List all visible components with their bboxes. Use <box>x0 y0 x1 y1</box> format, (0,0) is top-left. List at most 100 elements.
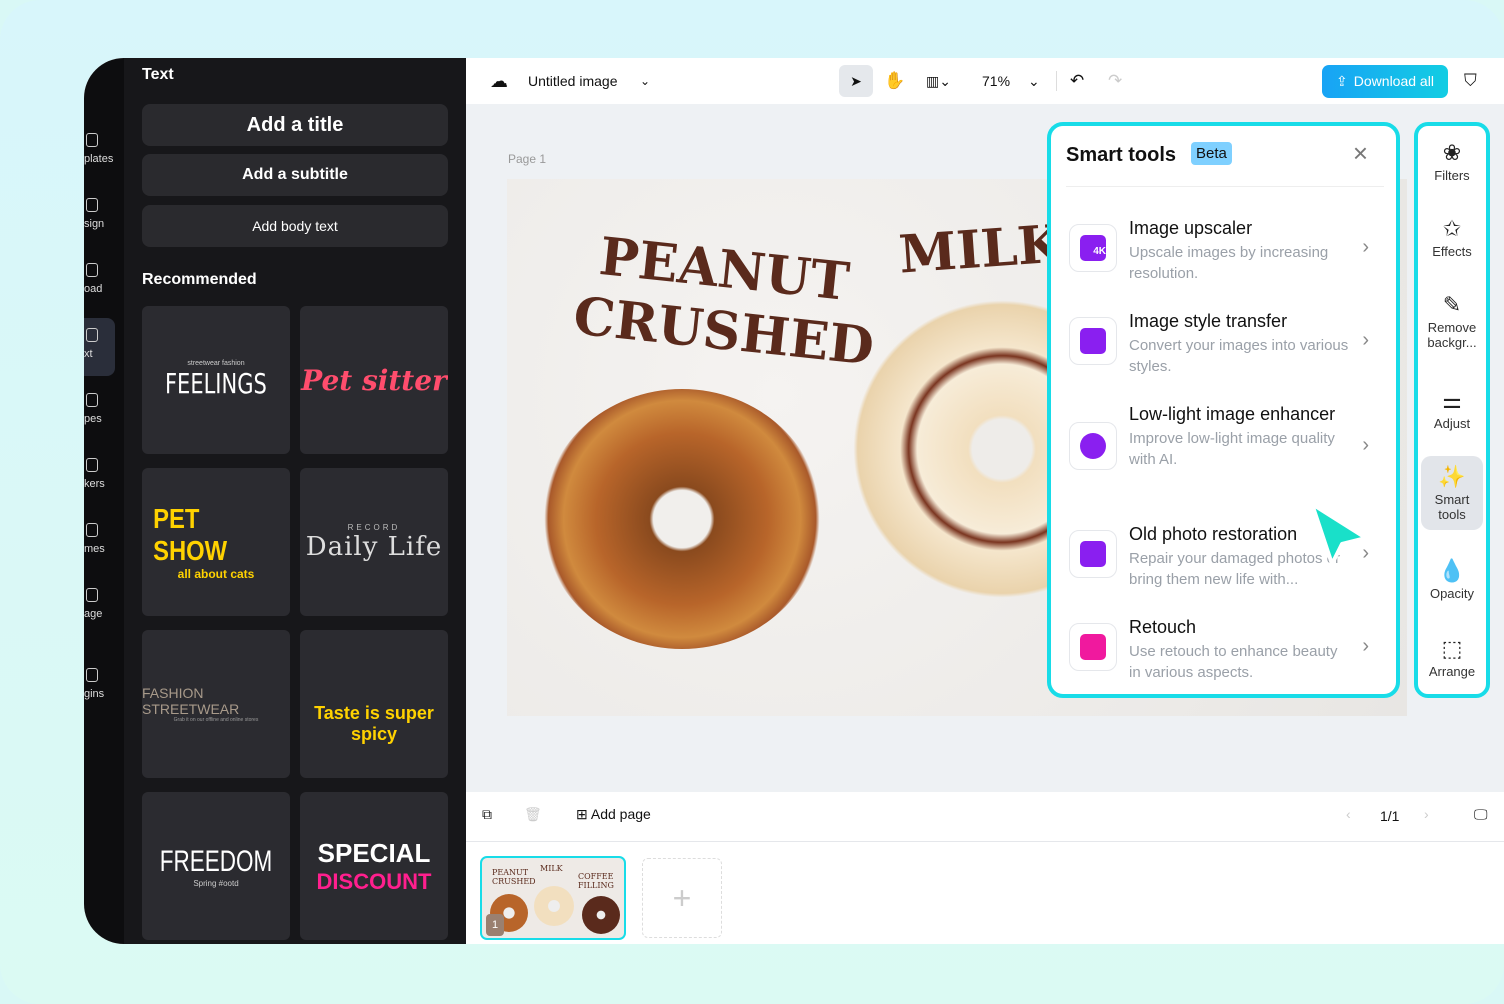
page-thumbnail-1[interactable]: PEANUT CRUSHED MILK COFFEE FILLING 1 <box>480 856 626 940</box>
image-icon <box>86 588 98 602</box>
template-freedom[interactable]: FREEDOM Spring #ootd <box>142 792 290 940</box>
smart-tools-button[interactable]: ✨ Smart tools <box>1421 456 1483 530</box>
rail-label: gins <box>84 688 105 700</box>
chevron-right-icon: › <box>1362 236 1369 258</box>
add-page-icon: ⊞ <box>576 806 591 822</box>
download-all-button[interactable]: ⇪ Download all <box>1322 64 1448 98</box>
rail-item-upload[interactable]: oad <box>84 263 124 295</box>
rail-label: xt <box>84 348 93 360</box>
tool-label: Opacity <box>1429 586 1475 601</box>
tool-low-light-enhancer[interactable]: Low-light image enhancer Improve low-ligh… <box>1069 400 1379 510</box>
tool-style-transfer[interactable]: Image style transfer Convert your images … <box>1069 307 1379 395</box>
arrange-button[interactable]: ⬚ Arrange <box>1421 636 1483 679</box>
document-title[interactable]: Untitled image <box>528 73 618 89</box>
presentation-icon[interactable]: 🖵 <box>1474 806 1488 823</box>
adjust-button[interactable]: ⚌ Adjust <box>1421 388 1483 431</box>
upscaler-icon: 4K <box>1069 224 1117 272</box>
template-small-text: RECORD <box>347 522 401 532</box>
close-icon[interactable]: × <box>1353 138 1368 169</box>
adjust-icon: ⚌ <box>1442 388 1462 413</box>
app-window: plates sign oad xt pes kers mes age gins… <box>84 58 1504 944</box>
delete-page-icon[interactable]: 🗑 <box>524 806 542 823</box>
design-icon <box>86 198 98 212</box>
select-tool-icon[interactable]: ➤ <box>839 65 873 97</box>
cloud-sync-icon: ☁ <box>490 70 508 91</box>
template-main-text: FEELINGS <box>165 367 267 400</box>
add-subtitle-button[interactable]: Add a subtitle <box>142 154 448 196</box>
rail-item-stickers[interactable]: kers <box>84 458 124 490</box>
template-main-text: Pet sitter <box>301 363 447 397</box>
template-main-text: Taste is super spicy <box>314 703 434 744</box>
opacity-icon: 💧 <box>1438 558 1466 583</box>
zoom-chevron-down-icon[interactable]: ⌄ <box>1028 73 1040 90</box>
photo-restore-icon <box>1069 530 1117 578</box>
rail-item-templates[interactable]: plates <box>84 133 124 165</box>
shapes-icon <box>86 393 98 407</box>
icon-glyph: 4K <box>1080 235 1106 261</box>
next-page-icon[interactable]: › <box>1424 806 1429 822</box>
previous-page-icon[interactable]: ‹ <box>1346 806 1351 822</box>
redo-icon[interactable]: ↷ <box>1108 71 1122 91</box>
beta-badge: Beta <box>1191 142 1232 165</box>
template-main-text: PET SHOW <box>153 503 228 566</box>
chevron-right-icon: › <box>1362 329 1369 351</box>
hand-tool-icon[interactable]: ✋ <box>884 71 905 91</box>
download-label: Download all <box>1353 73 1434 89</box>
add-page-button[interactable]: ⊞ Add page <box>576 806 651 823</box>
add-page-label: Add page <box>590 806 651 822</box>
remove-background-icon: ✎ <box>1442 292 1462 317</box>
template-pet-show[interactable]: PET SHOW all about cats <box>142 468 290 616</box>
top-toolbar: ☁ Untitled image ⌄ ➤ ✋ ▥⌄ 71% ⌄ ↶ ↷ ⇪ Dow… <box>466 58 1504 104</box>
zoom-level[interactable]: 71% <box>982 73 1010 89</box>
retouch-icon <box>1069 623 1117 671</box>
chevron-right-icon: › <box>1362 434 1369 456</box>
chevron-right-icon: › <box>1362 635 1369 657</box>
template-small-text: streetwear fashion <box>187 360 245 367</box>
style-transfer-icon <box>1069 317 1117 365</box>
template-feelings[interactable]: streetwear fashion FEELINGS <box>142 306 290 454</box>
layout-icon[interactable]: ▥⌄ <box>926 73 951 90</box>
duplicate-page-icon[interactable]: ⧉ <box>482 806 492 823</box>
rail-item-image[interactable]: age <box>84 588 124 620</box>
page-thumbnails: PEANUT CRUSHED MILK COFFEE FILLING 1 + <box>466 842 1504 944</box>
rail-item-design[interactable]: sign <box>84 198 124 230</box>
tool-label: Remove backgr... <box>1427 320 1477 350</box>
tool-retouch[interactable]: Retouch Use retouch to enhance beauty in … <box>1069 613 1379 701</box>
opacity-button[interactable]: 💧 Opacity <box>1421 558 1483 601</box>
add-title-button[interactable]: Add a title <box>142 104 448 146</box>
filters-icon: ❀ <box>1442 140 1462 165</box>
thumb-text: PEANUT CRUSHED <box>492 868 536 886</box>
rail-item-shapes[interactable]: pes <box>84 393 124 425</box>
rail-item-plugins[interactable]: gins <box>84 668 124 700</box>
filters-button[interactable]: ❀ Filters <box>1421 140 1483 183</box>
tool-title: Low-light image enhancer <box>1129 404 1336 424</box>
rail-label: sign <box>84 218 105 230</box>
rail-item-frames[interactable]: mes <box>84 523 124 555</box>
remove-background-button[interactable]: ✎ Remove backgr... <box>1421 292 1483 350</box>
template-taste-spicy[interactable]: Taste is super spicy <box>300 630 448 778</box>
upload-icon <box>86 263 98 277</box>
template-special-discount[interactable]: SPECIAL DISCOUNT <box>300 792 448 940</box>
template-small-text: Grab it on our offline and online stores <box>173 717 259 723</box>
stickers-icon <box>86 458 98 472</box>
rail-label: mes <box>84 543 105 555</box>
template-pet-sitter[interactable]: Pet sitter <box>300 306 448 454</box>
template-fashion-streetwear[interactable]: FASHION STREETWEAR Grab it on our offline… <box>142 630 290 778</box>
upload-icon: ⇪ <box>1336 72 1348 89</box>
add-page-thumbnail-button[interactable]: + <box>642 858 722 938</box>
canvas-text-milk[interactable]: MILK <box>897 213 1065 285</box>
undo-icon[interactable]: ↶ <box>1070 71 1084 91</box>
effects-button[interactable]: ✩ Effects <box>1421 216 1483 259</box>
tool-image-upscaler[interactable]: 4K Image upscaler Upscale images by increa… <box>1069 214 1379 302</box>
tool-label: Effects <box>1432 244 1472 259</box>
moon-stars-icon <box>1069 422 1117 470</box>
rail-label: oad <box>84 283 103 295</box>
smart-tools-title: Smart tools <box>1066 144 1177 166</box>
shield-icon[interactable]: ⛉ <box>1464 71 1477 91</box>
rail-item-text[interactable]: xt <box>84 328 124 360</box>
template-daily-life[interactable]: RECORD Daily Life <box>300 468 448 616</box>
plugins-icon <box>86 668 98 682</box>
title-chevron-down-icon[interactable]: ⌄ <box>640 74 650 88</box>
peanut-donut-image[interactable] <box>542 389 822 649</box>
add-body-text-button[interactable]: Add body text <box>142 205 448 247</box>
